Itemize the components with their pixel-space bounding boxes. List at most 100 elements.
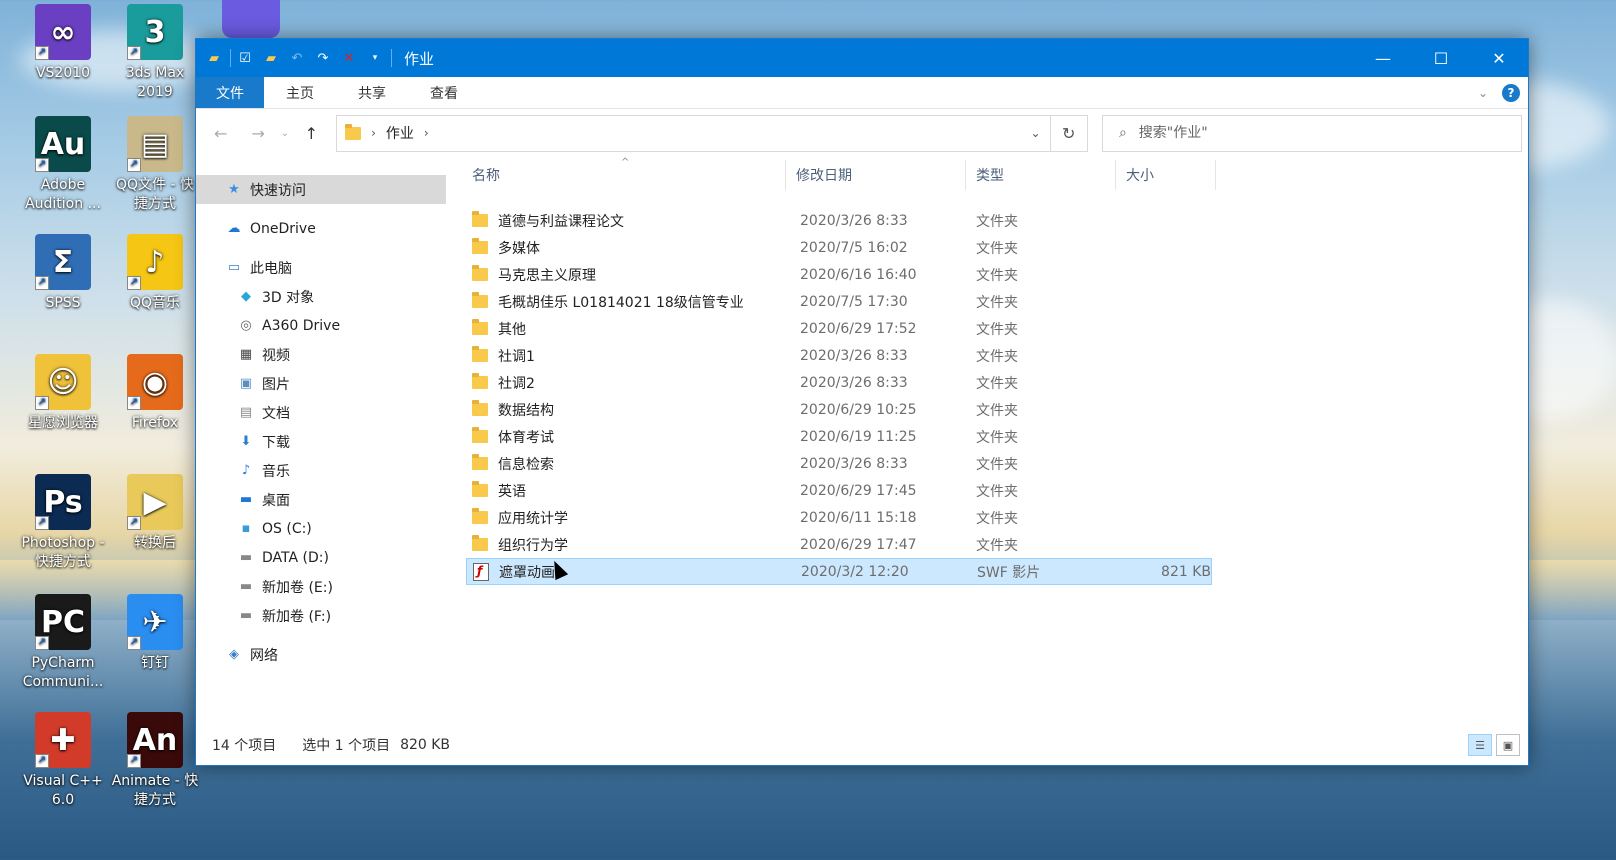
desktop-shortcut[interactable]: Σ ↗ SPSS: [18, 234, 108, 313]
file-type: 文件夹: [976, 267, 1018, 284]
sidebar-item[interactable]: ▬ 桌面: [196, 485, 446, 514]
video-app-icon[interactable]: [222, 0, 280, 38]
desktop-shortcut-label: SPSS: [45, 295, 81, 311]
file-row[interactable]: 社调2 2020/3/26 8:33 文件夹: [466, 369, 1212, 396]
file-date: 2020/7/5 17:30: [800, 293, 908, 310]
file-name: 数据结构: [498, 402, 554, 419]
up-button[interactable]: ↑: [293, 118, 330, 148]
file-row[interactable]: 应用统计学 2020/6/11 15:18 文件夹: [466, 504, 1212, 531]
sidebar-item[interactable]: ♪ 音乐: [196, 456, 446, 485]
undo-icon[interactable]: ↶: [289, 50, 305, 66]
column-date-modified[interactable]: 修改日期: [786, 160, 966, 190]
properties-icon[interactable]: ☑: [237, 50, 253, 66]
file-row[interactable]: 其他 2020/6/29 17:52 文件夹: [466, 315, 1212, 342]
desktop-shortcut[interactable]: An ↗ Animate - 快 捷方式: [110, 712, 200, 810]
file-row[interactable]: 多媒体 2020/7/5 16:02 文件夹: [466, 234, 1212, 261]
desktop-shortcut-label: Adobe Audition ...: [25, 177, 101, 212]
address-bar[interactable]: › 作业 › ⌄: [336, 114, 1051, 152]
folder-icon: [472, 292, 488, 308]
breadcrumb-current[interactable]: 作业: [386, 123, 414, 143]
file-row[interactable]: 数据结构 2020/6/29 10:25 文件夹: [466, 396, 1212, 423]
folder-icon: [472, 211, 488, 227]
sidebar-item[interactable]: ▬ 新加卷 (F:): [196, 601, 446, 630]
folder-icon: [472, 265, 488, 281]
sidebar-item[interactable]: ▣ 图片: [196, 369, 446, 398]
app-icon: ✚ ↗: [35, 712, 91, 768]
desktop-shortcut[interactable]: ▶ ↗ 转换后: [110, 474, 200, 553]
file-row[interactable]: 社调1 2020/3/26 8:33 文件夹: [466, 342, 1212, 369]
desktop-shortcut[interactable]: ♪ ↗ QQ音乐: [110, 234, 200, 313]
sidebar-item[interactable]: ◆ 3D 对象: [196, 282, 446, 311]
desktop-shortcut[interactable]: ✚ ↗ Visual C++ 6.0: [18, 712, 108, 810]
column-size[interactable]: 大小: [1116, 160, 1216, 190]
sidebar-item-label: 文档: [262, 405, 290, 422]
new-folder-icon[interactable]: ▰: [263, 50, 279, 66]
minimize-button[interactable]: —: [1354, 39, 1412, 77]
maximize-button[interactable]: ☐: [1412, 39, 1470, 77]
close-button[interactable]: ✕: [1470, 39, 1528, 77]
redo-icon[interactable]: ↷: [315, 50, 331, 66]
back-button[interactable]: ←: [202, 118, 239, 148]
search-box[interactable]: ⌕: [1101, 114, 1522, 152]
delete-icon[interactable]: ✕: [341, 50, 357, 66]
sidebar-item[interactable]: ▤ 文档: [196, 398, 446, 427]
sidebar-item[interactable]: ▬ DATA (D:): [196, 543, 446, 572]
file-row[interactable]: 信息检索 2020/3/26 8:33 文件夹: [466, 450, 1212, 477]
tab-share[interactable]: 共享: [336, 77, 408, 108]
chevron-right-icon[interactable]: ›: [371, 126, 376, 140]
shortcut-arrow-icon: ↗: [35, 754, 49, 768]
details-view-button[interactable]: ☰: [1468, 734, 1492, 756]
sidebar-item[interactable]: ◎ A360 Drive: [196, 311, 446, 340]
file-list: 道德与利益课程论文 2020/3/26 8:33 文件夹 多媒体 2020/7/5 16…: [466, 207, 1528, 585]
recent-locations-icon[interactable]: ⌄: [277, 118, 293, 148]
file-type: 文件夹: [976, 537, 1018, 554]
tab-home[interactable]: 主页: [264, 77, 336, 108]
file-row[interactable]: 道德与利益课程论文 2020/3/26 8:33 文件夹: [466, 207, 1212, 234]
ribbon-tabs: 文件 主页 共享 查看 ⌄ ?: [196, 77, 1528, 109]
desktop-shortcut[interactable]: 3 ↗ 3ds Max 2019: [110, 4, 200, 102]
tab-file[interactable]: 文件: [196, 77, 264, 108]
desktop-shortcut[interactable]: ☺ ↗ 星愿浏览器: [18, 354, 108, 433]
customize-toolbar-icon[interactable]: ▾: [367, 50, 383, 66]
app-icon: Ps ↗: [35, 474, 91, 530]
hdd-icon: ▬: [239, 550, 253, 565]
column-type[interactable]: 类型: [966, 160, 1116, 190]
file-row[interactable]: 马克思主义原理 2020/6/16 16:40 文件夹: [466, 261, 1212, 288]
desktop-shortcut[interactable]: ∞ ↗ VS2010: [18, 4, 108, 83]
sidebar-item[interactable]: ▦ 视频: [196, 340, 446, 369]
chevron-right-icon[interactable]: ›: [424, 126, 429, 140]
sidebar-item[interactable]: ⬇ 下载: [196, 427, 446, 456]
file-name: 组织行为学: [498, 537, 568, 554]
desktop-shortcut[interactable]: ✈ ↗ 钉钉: [110, 594, 200, 673]
expand-ribbon-icon[interactable]: ⌄: [1478, 86, 1488, 100]
sidebar-item[interactable]: ☁ OneDrive: [196, 214, 446, 243]
file-name: 体育考试: [498, 429, 554, 446]
title-bar: ▰ ☑ ▰ ↶ ↷ ✕ ▾ 作业 — ☐ ✕: [196, 39, 1528, 77]
help-icon[interactable]: ?: [1502, 83, 1520, 102]
sidebar-item[interactable]: ▪ OS (C:): [196, 514, 446, 543]
large-icons-view-button[interactable]: ▣: [1496, 734, 1520, 756]
file-name-cell: 遮罩动画: [467, 562, 787, 582]
sidebar-item[interactable]: ◈ 网络: [196, 640, 446, 669]
sidebar-item[interactable]: ▭ 此电脑: [196, 253, 446, 282]
desktop-shortcut[interactable]: ◉ ↗ Firefox: [110, 354, 200, 433]
file-row[interactable]: 毛概胡佳乐 L01814021 18级信管专业 2020/7/5 17:30 文件夹: [466, 288, 1212, 315]
forward-button[interactable]: →: [239, 118, 276, 148]
file-row[interactable]: 遮罩动画 2020/3/2 12:20 SWF 影片 821 KB: [466, 558, 1212, 585]
file-row[interactable]: 体育考试 2020/6/19 11:25 文件夹: [466, 423, 1212, 450]
sidebar-item[interactable]: ★ 快速访问: [196, 175, 446, 204]
desktop-shortcut[interactable]: PC ↗ PyCharm Communi...: [18, 594, 108, 692]
refresh-button[interactable]: ↻: [1050, 114, 1088, 152]
shortcut-arrow-icon: ↗: [127, 516, 141, 530]
sidebar-item-label: 下载: [262, 434, 290, 451]
tab-view[interactable]: 查看: [408, 77, 480, 108]
file-row[interactable]: 组织行为学 2020/6/29 17:47 文件夹: [466, 531, 1212, 558]
desktop-shortcut[interactable]: ▤ ↗ QQ文件 - 快 捷方式: [110, 116, 200, 214]
desktop-shortcut[interactable]: Ps ↗ Photoshop - 快捷方式: [18, 474, 108, 572]
search-input[interactable]: [1138, 125, 1499, 141]
sidebar-item[interactable]: ▬ 新加卷 (E:): [196, 572, 446, 601]
address-dropdown-icon[interactable]: ⌄: [1022, 126, 1050, 140]
file-row[interactable]: 英语 2020/6/29 17:45 文件夹: [466, 477, 1212, 504]
shortcut-arrow-icon: ↗: [127, 396, 141, 410]
desktop-shortcut[interactable]: Au ↗ Adobe Audition ...: [18, 116, 108, 214]
